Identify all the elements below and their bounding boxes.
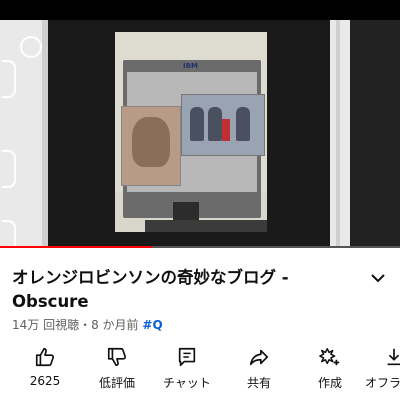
- dislike-label: 低評価: [98, 376, 135, 390]
- monitor-logo: IBM: [183, 62, 198, 70]
- video-player[interactable]: IBM: [0, 0, 400, 248]
- like-button[interactable]: 2625: [10, 346, 80, 388]
- right-video-frame: [330, 20, 400, 248]
- chat-label: チャット: [163, 376, 211, 390]
- share-icon: [249, 349, 269, 366]
- chevron-down-icon[interactable]: [366, 266, 390, 290]
- offline-icon: [387, 348, 400, 366]
- share-label: 共有: [246, 376, 271, 390]
- offline-button[interactable]: オフラ: [365, 346, 400, 391]
- share-button[interactable]: 共有: [224, 346, 294, 391]
- upload-age: 8 か月前: [91, 318, 139, 332]
- create-label: 作成: [317, 376, 342, 390]
- video-frame-image: IBM: [115, 32, 267, 232]
- desk-base: [145, 220, 267, 232]
- portrait-window: [121, 106, 181, 186]
- people-window: [181, 94, 265, 156]
- view-count: 14万 回視聴: [12, 318, 80, 332]
- video-control-icon[interactable]: [20, 36, 42, 58]
- dislike-button[interactable]: 低評価: [82, 346, 152, 391]
- video-meta: 14万 回視聴・8 か月前 #Q: [12, 316, 163, 333]
- thumbs-up-icon: [35, 347, 55, 367]
- status-bar: [0, 0, 400, 20]
- create-icon: [319, 348, 340, 366]
- meta-separator: ・: [79, 318, 92, 332]
- create-button[interactable]: 作成: [295, 346, 365, 391]
- like-count: 2625: [29, 374, 61, 388]
- progress-fill: [0, 246, 152, 248]
- thumbs-down-icon: [107, 347, 127, 367]
- video-title[interactable]: オレンジロビンソンの奇妙なブログ - Obscure: [12, 266, 352, 314]
- progress-bar[interactable]: [0, 246, 400, 248]
- action-bar: 2625 低評価 チャット 共有 作成 オフラ: [0, 346, 400, 400]
- hashtag-link[interactable]: #Q: [142, 318, 162, 332]
- chat-icon: [178, 347, 196, 367]
- offline-label: オフラ: [365, 376, 400, 390]
- chat-button[interactable]: チャット: [152, 346, 222, 391]
